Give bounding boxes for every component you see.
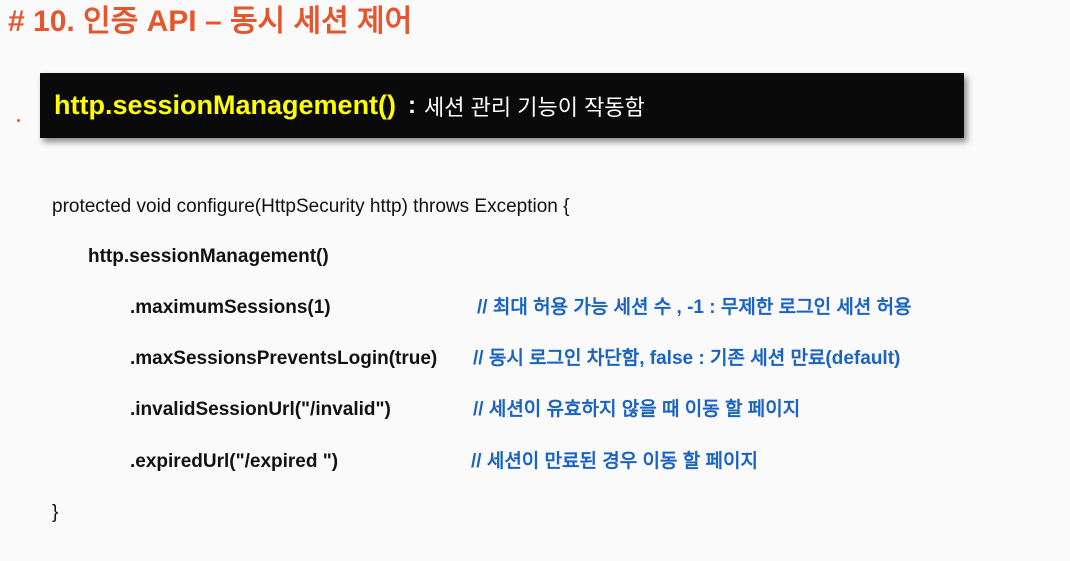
- comment-maximum-sessions: // 최대 허용 가능 세션 수 , -1 : 무제한 로그인 세션 허용: [477, 297, 912, 318]
- banner-separator: :: [408, 91, 417, 119]
- session-management-call: http.sessionManagement(): [88, 246, 329, 267]
- banner-method-name: http.sessionManagement(): [54, 90, 397, 120]
- code-line-maximum-sessions: .maximumSessions(1): [130, 297, 331, 318]
- code-line-max-sessions-prevents-login: .maxSessionsPreventsLogin(true): [130, 348, 438, 369]
- comment-max-sessions-prevents-login: // 동시 로그인 차단함, false : 기존 세션 만료(default): [473, 348, 901, 369]
- bullet-dot: [17, 119, 20, 122]
- slide-title: # 10. 인증 API – 동시 세션 제어: [8, 5, 413, 38]
- code-line-invalid-session-url: .invalidSessionUrl("/invalid"): [130, 399, 391, 420]
- closing-brace: }: [52, 502, 59, 523]
- method-signature: protected void configure(HttpSecurity ht…: [52, 196, 570, 217]
- api-banner: http.sessionManagement() : 세션 관리 기능이 작동함: [40, 73, 964, 138]
- banner-description: 세션 관리 기능이 작동함: [424, 94, 645, 120]
- code-line-expired-url: .expiredUrl("/expired "): [130, 451, 339, 472]
- comment-expired-url: // 세션이 만료된 경우 이동 할 페이지: [471, 451, 758, 472]
- comment-invalid-session-url: // 세션이 유효하지 않을 때 이동 할 페이지: [473, 399, 801, 420]
